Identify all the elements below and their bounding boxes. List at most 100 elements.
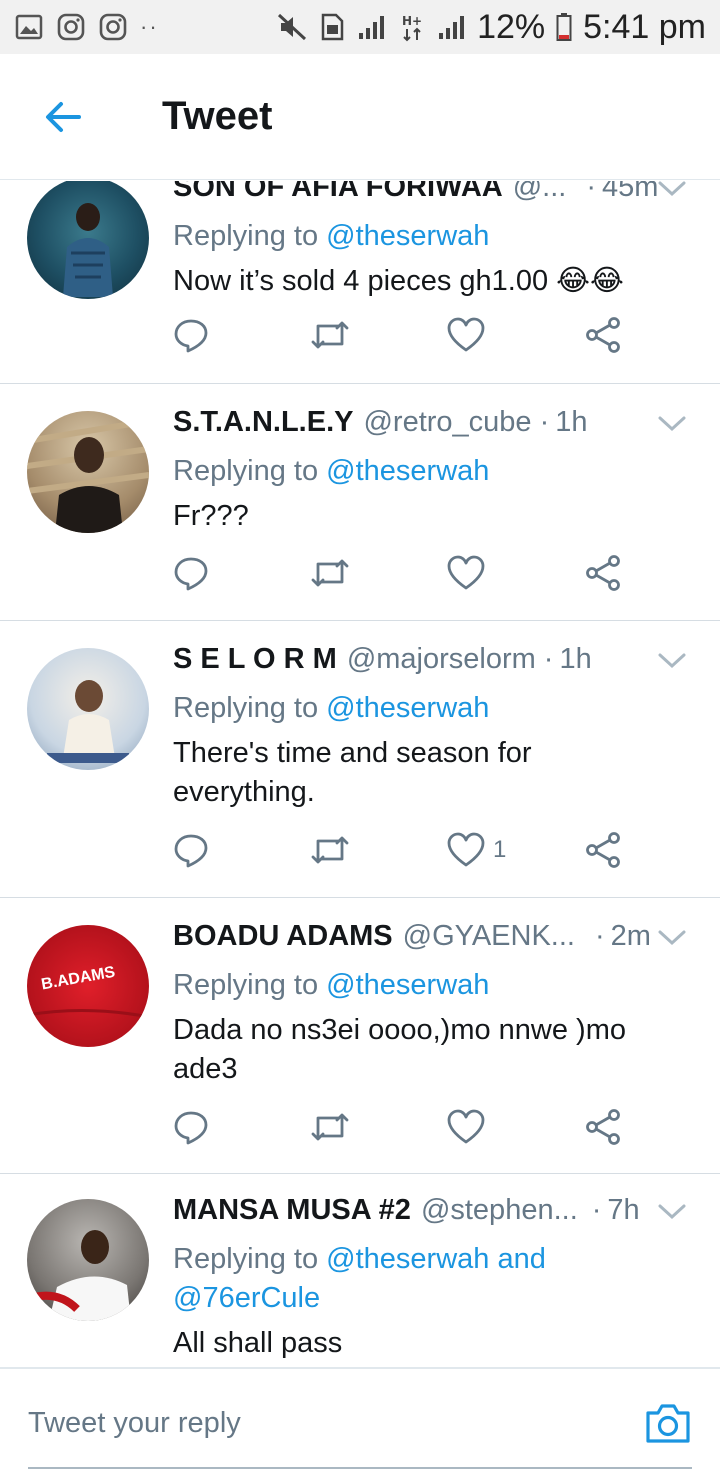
camera-icon [646,1404,690,1443]
tweet-item[interactable]: MANSA MUSA #2 @stephen... · 7h Replying … [0,1174,720,1367]
share-icon [586,832,620,868]
timestamp: 1h [555,406,588,438]
reply-input[interactable]: Tweet your reply [28,1407,241,1440]
chevron-down-icon[interactable] [654,922,690,952]
author-name[interactable]: BOADU ADAMS [173,920,393,953]
replying-to: Replying to @theserwah [173,689,690,728]
sim-icon [317,12,347,42]
mute-icon [277,12,307,42]
replying-to: Replying to @theserwah [173,966,690,1005]
heart-icon [447,555,485,590]
tweet-text: Now it’s sold 4 pieces gh1.00 😂😂 [173,265,624,297]
avatar[interactable] [27,648,149,770]
retweet-button[interactable] [310,313,447,357]
reply-icon [174,834,208,868]
replying-prefix: Replying to [173,220,319,252]
reply-composer: Tweet your reply [0,1367,720,1480]
share-button[interactable] [584,313,628,357]
mention-link[interactable]: @theserwah [326,692,489,724]
replying-to: Replying to @theserwah [173,452,690,491]
author-name[interactable]: S.T.A.N.L.E.Y [173,406,353,439]
retweet-icon [311,1113,349,1141]
chevron-down-icon[interactable] [654,181,690,203]
tweet-text: Fr??? [173,500,249,532]
reply-button[interactable] [173,313,310,357]
mention-link[interactable]: @theserwah [326,969,489,1001]
chevron-down-icon[interactable] [654,408,690,438]
hplus-data-icon: H+ [397,12,427,42]
like-button[interactable] [447,551,584,595]
svg-text:H+: H+ [402,14,422,28]
share-icon [586,317,620,353]
timestamp: 2m [610,920,651,952]
input-underline [28,1467,692,1469]
replies-feed[interactable]: SON OF AFIA FORIWAA @... · 45m Replying … [0,181,720,1367]
replying-prefix: Replying to [173,455,319,487]
page-title: Tweet [162,94,273,138]
instagram-icon [98,12,128,42]
tweet-text: There's time and season for everything. [173,737,532,808]
chevron-down-icon[interactable] [654,1196,690,1226]
reply-icon [174,1111,208,1145]
share-button[interactable] [584,828,628,872]
replying-prefix: Replying to [173,692,319,724]
author-handle[interactable]: @... [513,181,567,204]
reply-button[interactable] [173,828,310,872]
tweet-text: Dada no ns3ei oooo,)mo nnwe )mo ade3 [173,1014,626,1085]
share-icon [586,555,620,591]
chevron-down-icon[interactable] [654,645,690,675]
reply-button[interactable] [173,1105,310,1149]
author-name[interactable]: MANSA MUSA #2 [173,1194,411,1227]
share-button[interactable] [584,1105,628,1149]
share-icon [586,1109,620,1145]
retweet-button[interactable] [310,828,447,872]
author-handle[interactable]: @retro_cube [363,406,531,439]
signal-icon [437,12,467,42]
reply-icon [174,319,208,353]
retweet-icon [311,836,349,864]
back-arrow-icon [46,101,81,132]
like-button[interactable] [447,1105,584,1149]
tweet-actions [173,551,643,595]
author-name[interactable]: SON OF AFIA FORIWAA [173,181,503,204]
reply-button[interactable] [173,551,310,595]
author-handle[interactable]: @GYAENK... [403,920,575,953]
separator: · [591,1194,602,1226]
back-button[interactable] [0,54,126,180]
more-notifications-dots: ·· [140,14,159,39]
share-button[interactable] [584,551,628,595]
tweet-item[interactable]: B.ADAMS BOADU ADAMS @GYAENK... · 2m Repl… [0,898,720,1174]
tweet-item[interactable]: S.T.A.N.L.E.Y @retro_cube · 1h Replying … [0,384,720,621]
like-count: 1 [493,836,507,863]
avatar[interactable] [27,1199,149,1321]
retweet-button[interactable] [310,1105,447,1149]
mention-link[interactable]: @theserwah [326,220,489,252]
replying-to: Replying to @theserwah and @76erCule [173,1240,593,1318]
gallery-icon [14,12,44,42]
retweet-icon [311,559,349,587]
status-bar: ·· H+ 12% 5:41 pm [0,0,720,54]
instagram-icon [56,12,86,42]
like-button[interactable]: 1 [447,828,584,872]
retweet-button[interactable] [310,551,447,595]
battery-icon [555,12,573,42]
signal-icon [357,12,387,42]
camera-button[interactable] [644,1401,692,1445]
tweet-item[interactable]: S E L O R M @majorselorm · 1h Replying t… [0,621,720,898]
heart-icon [447,832,485,867]
mention-link[interactable]: @theserwah [326,455,489,487]
retweet-icon [311,321,349,349]
avatar[interactable] [27,181,149,299]
author-handle[interactable]: @majorselorm [347,643,536,676]
avatar-text: B.ADAMS [40,964,117,994]
avatar[interactable]: B.ADAMS [27,925,149,1047]
replying-to: Replying to @theserwah [173,217,690,256]
clock: 5:41 pm [583,7,706,46]
author-name[interactable]: S E L O R M [173,643,337,676]
separator: · [543,643,554,675]
timestamp: 7h [607,1194,640,1226]
author-handle[interactable]: @stephen... [421,1194,578,1227]
tweet-item[interactable]: SON OF AFIA FORIWAA @... · 45m Replying … [0,181,720,384]
avatar[interactable] [27,411,149,533]
like-button[interactable] [447,313,584,357]
